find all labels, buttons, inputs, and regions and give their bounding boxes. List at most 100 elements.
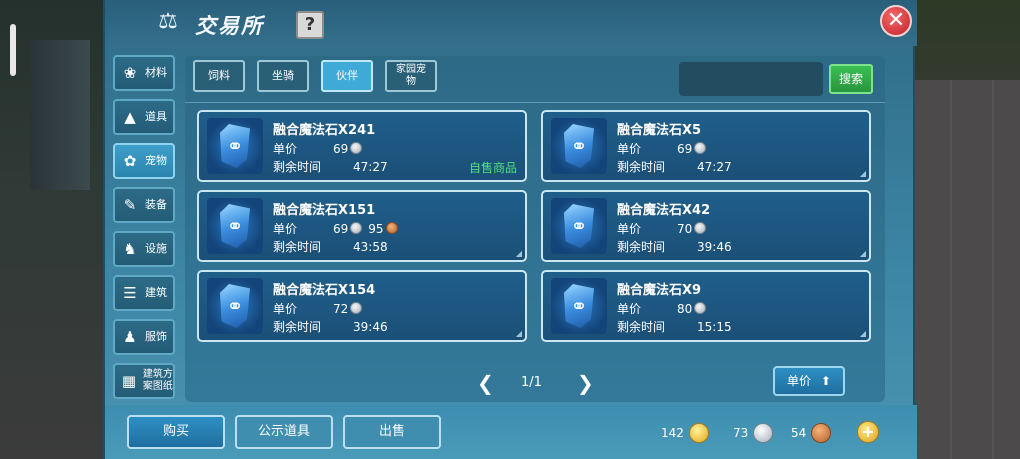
tab-partners[interactable]: 伙伴: [321, 60, 373, 92]
search-input[interactable]: [679, 62, 823, 96]
category-label: 装备: [145, 198, 167, 211]
window-title: 交易所: [195, 14, 264, 38]
magic-stone-icon: ⚭: [551, 198, 607, 254]
magic-stone-icon: ⚭: [551, 278, 607, 334]
listing-card[interactable]: ⚭ 融合魔法石X5 单价 69 剩余时间 47:27 ◢: [541, 110, 871, 182]
tab-home-pets[interactable]: 家园宠物: [385, 60, 437, 92]
category-clothing[interactable]: ♟ 服饰: [113, 319, 175, 355]
listing-card[interactable]: ⚭ 融合魔法石X9 单价 80 剩余时间 15:15 ◢: [541, 270, 871, 342]
search-button[interactable]: 搜索: [829, 64, 873, 94]
time-remaining: 43:58: [353, 240, 388, 254]
corner-mark: ◢: [515, 249, 522, 258]
tab-feed[interactable]: 饲料: [193, 60, 245, 92]
category-label: 服饰: [145, 330, 167, 343]
price-row: 单价 69: [617, 140, 707, 157]
bronze-coin-icon: [811, 423, 832, 443]
scene-right: [910, 0, 1020, 459]
bronze-coin-icon: [385, 222, 398, 234]
category-label: 宠物: [145, 154, 167, 167]
buy-button[interactable]: 购买: [127, 415, 225, 449]
add-currency-button[interactable]: +: [857, 421, 879, 443]
sort-label: 单价: [787, 374, 812, 388]
pagination: ❮ 1/1 ❯: [469, 372, 609, 394]
next-page-icon[interactable]: ❯: [577, 372, 594, 394]
listing-name: 融合魔法石X241: [273, 123, 376, 138]
gold-balance: 142: [661, 423, 709, 443]
sell-button[interactable]: 出售: [343, 415, 441, 449]
price-row: 单价 69: [273, 140, 363, 157]
listing-name: 融合魔法石X151: [273, 203, 376, 218]
gold-amount: 142: [661, 426, 684, 440]
category-materials[interactable]: ❀ 材料: [113, 55, 175, 91]
category-label: 道具: [145, 110, 167, 123]
listing-name: 融合魔法石X9: [617, 283, 702, 298]
listing-card[interactable]: ⚭ 融合魔法石X151 单价 69 95 剩余时间 43:58 ◢: [197, 190, 527, 262]
page-indicator: 1/1: [521, 375, 542, 390]
price-label: 单价: [273, 142, 298, 156]
clothing-icon: ♟: [123, 328, 137, 346]
time-remaining: 47:27: [697, 160, 732, 174]
blueprint-icon: ▦: [121, 372, 137, 390]
listing-card[interactable]: ⚭ 融合魔法石X241 单价 69 剩余时间 47:27 自售商品: [197, 110, 527, 182]
price-label: 单价: [617, 302, 642, 316]
price-silver: 80: [677, 302, 693, 316]
magic-stone-icon: ⚭: [551, 118, 607, 174]
time-row: 剩余时间 43:58: [273, 238, 388, 255]
listing-card[interactable]: ⚭ 融合魔法石X42 单价 70 剩余时间 39:46 ◢: [541, 190, 871, 262]
corner-mark: ◢: [859, 329, 866, 338]
price-label: 单价: [273, 302, 298, 316]
time-label: 剩余时间: [273, 240, 322, 254]
help-button[interactable]: ?: [296, 11, 324, 39]
category-pets[interactable]: ✿ 宠物: [113, 143, 175, 179]
time-label: 剩余时间: [617, 160, 666, 174]
scene-left: [0, 0, 110, 459]
time-row: 剩余时间 39:46: [273, 318, 388, 335]
public-items-button[interactable]: 公示道具: [235, 415, 333, 449]
category-nav: ❀ 材料 ▲ 道具 ✿ 宠物 ✎ 装备 ♞ 设施 ☰ 建筑 ♟ 服饰 ▦ 建筑方: [113, 55, 177, 407]
category-items[interactable]: ▲ 道具: [113, 99, 175, 135]
listing-card[interactable]: ⚭ 融合魔法石X154 单价 72 剩余时间 39:46 ◢: [197, 270, 527, 342]
category-label: 材料: [145, 66, 167, 79]
equipment-icon: ✎: [123, 196, 137, 214]
facility-icon: ♞: [123, 240, 137, 258]
time-label: 剩余时间: [273, 160, 322, 174]
silver-balance: 73: [733, 423, 774, 443]
materials-icon: ❀: [123, 64, 137, 82]
time-label: 剩余时间: [617, 320, 666, 334]
category-label: 建筑方案图纸: [142, 369, 173, 392]
paw-icon: ✿: [123, 152, 137, 170]
corner-mark: ◢: [515, 329, 522, 338]
gold-coin-icon: [688, 423, 709, 443]
category-blueprints[interactable]: ▦ 建筑方案图纸: [113, 363, 175, 399]
price-silver: 69: [677, 142, 693, 156]
price-row: 单价 70: [617, 220, 707, 237]
prev-page-icon[interactable]: ❮: [477, 372, 494, 394]
listing-area: 饲料 坐骑 伙伴 家园宠物 搜索 ⚭ 融合魔法石X241 单价 69 剩余时间 47…: [185, 56, 885, 402]
item-icon: ▲: [124, 108, 136, 126]
category-facilities[interactable]: ♞ 设施: [113, 231, 175, 267]
tiled-floor: [910, 80, 1020, 459]
silver-coin-icon: [694, 222, 707, 234]
silver-coin-icon: [350, 222, 363, 234]
close-button[interactable]: ✕: [880, 5, 912, 37]
silver-coin-icon: [350, 142, 363, 154]
magic-stone-icon: ⚭: [207, 278, 263, 334]
category-buildings[interactable]: ☰ 建筑: [113, 275, 175, 311]
sort-by-price-button[interactable]: 单价 ⬆: [773, 366, 845, 396]
magic-stone-icon: ⚭: [207, 118, 263, 174]
bronze-amount: 54: [791, 426, 807, 440]
bronze-balance: 54: [791, 423, 832, 443]
sort-arrow-icon: ⬆: [820, 374, 831, 388]
price-silver: 69: [333, 142, 349, 156]
tab-mounts[interactable]: 坐骑: [257, 60, 309, 92]
divider: [185, 102, 885, 103]
listing-name: 融合魔法石X154: [273, 283, 376, 298]
exchange-panel: ⚖ 交易所 ? ❀ 材料 ▲ 道具 ✿ 宠物 ✎ 装备 ♞ 设施 ☰ 建筑 ♟: [103, 0, 917, 459]
category-equipment[interactable]: ✎ 装备: [113, 187, 175, 223]
price-silver: 69: [333, 222, 349, 236]
side-handle[interactable]: [10, 24, 16, 76]
category-label: 设施: [145, 242, 167, 255]
title-bar: ⚖ 交易所 ?: [105, 0, 917, 46]
time-remaining: 39:46: [697, 240, 732, 254]
silver-amount: 73: [733, 426, 749, 440]
